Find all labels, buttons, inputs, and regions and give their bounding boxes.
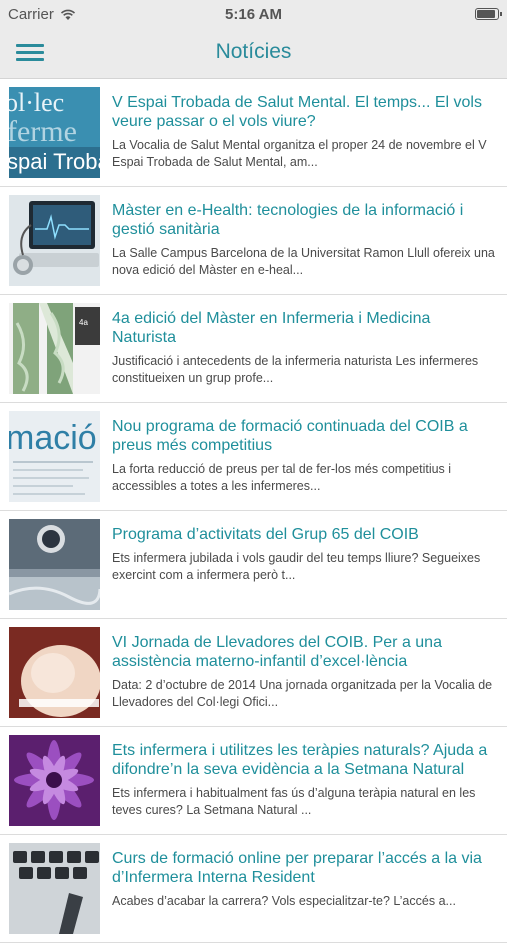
news-list: ol·lec ferme spai Trobada V Espai Trobad… xyxy=(0,79,507,943)
svg-text:ol·lec: ol·lec xyxy=(9,88,64,117)
status-time: 5:16 AM xyxy=(225,6,282,23)
news-summary: La forta reducció de preus per tal de fe… xyxy=(112,462,452,493)
list-item[interactable]: Programa d’activitats del Grup 65 del CO… xyxy=(0,511,507,619)
news-title: Màster en e-Health: tecnologies de la in… xyxy=(112,202,464,238)
list-item[interactable]: VI Jornada de Llevadores del COIB. Per a… xyxy=(0,619,507,727)
news-thumbnail xyxy=(9,195,100,286)
news-summary: Justificació i antecedents de la inferme… xyxy=(112,354,479,385)
list-item[interactable]: ol·lec ferme spai Trobada V Espai Trobad… xyxy=(0,79,507,187)
svg-text:ferme: ferme xyxy=(9,115,77,148)
news-title: Curs de formació online per preparar l’a… xyxy=(112,850,482,886)
news-summary: Acabes d’acabar la carrera? Vols especia… xyxy=(112,894,456,908)
news-summary: Ets infermera jubilada i vols gaudir del… xyxy=(112,551,481,582)
list-item[interactable]: Màster en e-Health: tecnologies de la in… xyxy=(0,187,507,295)
svg-text:spai Trobada: spai Trobada xyxy=(9,149,100,174)
news-title: Nou programa de formació continuada del … xyxy=(112,418,468,454)
news-title: V Espai Trobada de Salut Mental. El temp… xyxy=(112,94,482,130)
svg-text:mació: mació xyxy=(9,419,97,457)
list-item[interactable]: Ets infermera i utilitzes les teràpies n… xyxy=(0,727,507,835)
news-summary: Data: 2 d’octubre de 2014 Una jornada or… xyxy=(112,678,493,709)
news-summary: La Salle Campus Barcelona de la Universi… xyxy=(112,246,495,277)
news-title: VI Jornada de Llevadores del COIB. Per a… xyxy=(112,634,442,670)
nav-bar: Notícies xyxy=(0,30,507,79)
battery-icon xyxy=(475,8,502,20)
news-summary: La Vocalia de Salut Mental organitza el … xyxy=(112,138,487,169)
news-thumbnail xyxy=(9,735,100,826)
news-summary: Ets infermera i habitualment fas ús d’al… xyxy=(112,786,476,817)
news-thumbnail xyxy=(9,519,100,610)
news-thumbnail: mació xyxy=(9,411,100,502)
list-item[interactable]: 4a 4a edició del Màster en Infermeria i … xyxy=(0,295,507,403)
list-item[interactable]: mació Nou programa de formació continuad… xyxy=(0,403,507,511)
news-title: Programa d’activitats del Grup 65 del CO… xyxy=(112,526,419,543)
news-thumbnail: 4a xyxy=(9,303,100,394)
news-thumbnail: ol·lec ferme spai Trobada xyxy=(9,87,100,178)
page-title: Notícies xyxy=(215,40,292,63)
list-item[interactable]: Curs de formació online per preparar l’a… xyxy=(0,835,507,943)
news-title: Ets infermera i utilitzes les teràpies n… xyxy=(112,742,488,778)
svg-text:4a: 4a xyxy=(79,318,88,327)
news-thumbnail xyxy=(9,627,100,718)
news-title: 4a edició del Màster en Infermeria i Med… xyxy=(112,310,431,346)
news-thumbnail xyxy=(9,843,100,934)
status-bar: Carrier 5:16 AM xyxy=(0,0,507,30)
